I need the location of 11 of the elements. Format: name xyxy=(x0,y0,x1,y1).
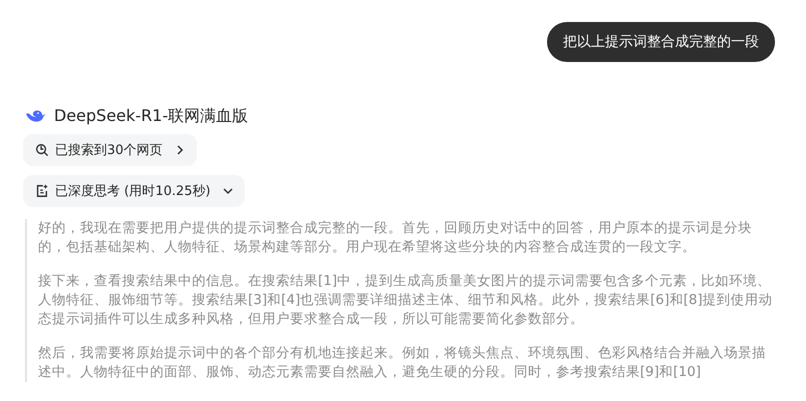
thinking-paragraph: 接下来，查看搜索结果中的信息。在搜索结果[1]中，提到生成高质量美女图片的提示词需要包含多个元素，比如环境、人物特征、服饰细节等。搜索结果[3]和[4]也强调需要详细描述主体、细节和风格。此外，搜索结果[6]和[8]提到使用动态提示词插件可以生成多种风格，但用户要求整合成一段，所以可能需要简化参数部分。 xyxy=(38,272,774,329)
note-icon xyxy=(35,184,49,198)
thinking-paragraph: 然后，我需要将原始提示词中的各个部分有机地连接起来。例如，将镜头焦点、环境氛围、色彩风格结合并融入场景描述中。人物特征中的面部、服饰、动态元素需要自然融入，避免生硬的分段。同时，参考搜索结果[9]和[10] xyxy=(38,344,767,382)
thinking-toggle-button[interactable]: 已深度思考 (用时10.25秒) xyxy=(23,175,244,207)
chevron-icon xyxy=(174,145,185,155)
thinking-paragraph: 好的，我现在需要把用户提供的提示词整合成完整的一段。首先，回顾历史对话中的回答，用户原本的提示词是分块的，包括基础架构、人物特征、场景构建等部分。用户现在希望将这些分块的内容整合成连贯的一段文字。 xyxy=(38,219,753,257)
search-icon xyxy=(35,143,49,157)
search-results-button[interactable]: 已搜索到30个网页 xyxy=(23,134,197,166)
user-message: 把以上提示词整合成完整的一段 xyxy=(547,22,775,62)
assistant-name: DeepSeek-R1-联网满血版 xyxy=(54,106,248,127)
chevron-icon xyxy=(222,186,232,196)
